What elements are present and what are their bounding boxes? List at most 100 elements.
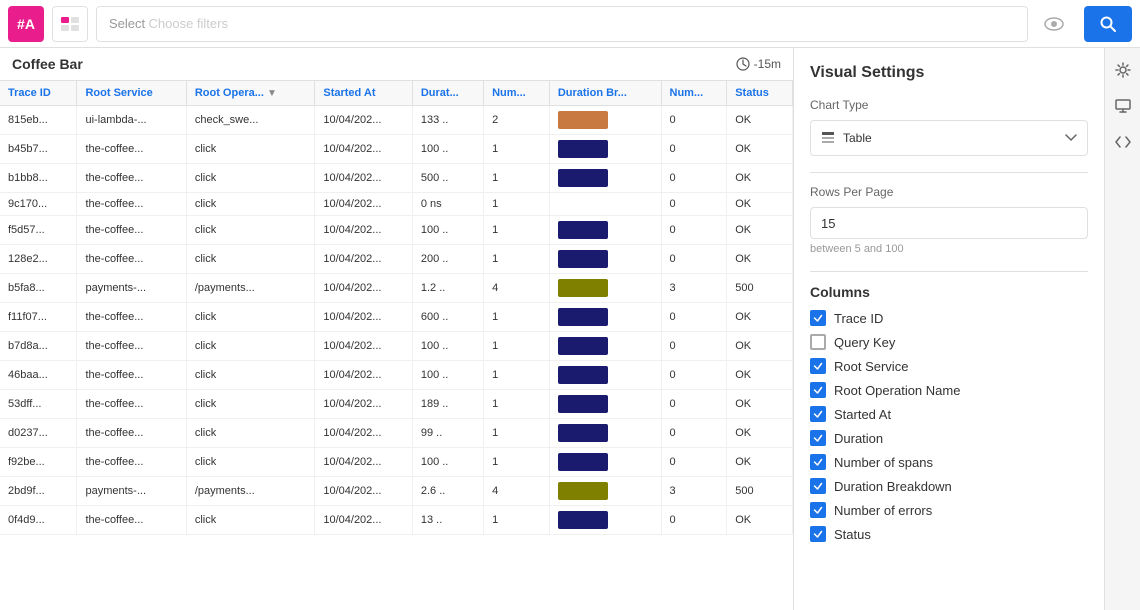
table-row[interactable]: 9c170... the-coffee... click 10/04/202..…	[0, 193, 793, 216]
col-header-num-spans[interactable]: Num...	[484, 81, 550, 106]
time-badge: -15m	[736, 57, 781, 71]
divider-1	[810, 172, 1088, 173]
column-item[interactable]: Number of errors	[810, 502, 1088, 518]
cell-num-errors: 0	[661, 164, 727, 193]
cell-num-spans: 1	[484, 245, 550, 274]
cell-trace-id: 815eb...	[0, 106, 77, 135]
table-row[interactable]: f11f07... the-coffee... click 10/04/202.…	[0, 303, 793, 332]
cell-duration: 100 ..	[412, 361, 483, 390]
column-item[interactable]: Duration	[810, 430, 1088, 446]
column-label: Duration	[834, 431, 883, 446]
col-header-started-at[interactable]: Started At	[315, 81, 412, 106]
col-header-trace-id[interactable]: Trace ID	[0, 81, 77, 106]
toggle-icon	[61, 17, 79, 31]
column-checkbox[interactable]	[810, 358, 826, 374]
column-item[interactable]: Duration Breakdown	[810, 478, 1088, 494]
rows-per-page-input[interactable]	[810, 207, 1088, 239]
table-row[interactable]: f92be... the-coffee... click 10/04/202..…	[0, 448, 793, 477]
duration-bar	[558, 250, 608, 268]
cell-started-at: 10/04/202...	[315, 303, 412, 332]
monitor-icon-button[interactable]	[1109, 92, 1137, 120]
cell-root-operation: /payments...	[186, 274, 315, 303]
table-row[interactable]: 46baa... the-coffee... click 10/04/202..…	[0, 361, 793, 390]
duration-bar	[558, 169, 608, 187]
check-icon	[813, 529, 823, 539]
chevron-down-icon	[1065, 134, 1077, 142]
cell-num-errors: 0	[661, 135, 727, 164]
col-header-root-operation[interactable]: Root Opera... ▼	[186, 81, 315, 106]
hash-button[interactable]: #A	[8, 6, 44, 42]
toggle-icon-button[interactable]	[52, 6, 88, 42]
cell-duration: 1.2 ..	[412, 274, 483, 303]
duration-bar	[558, 424, 608, 442]
column-checkbox[interactable]	[810, 502, 826, 518]
cell-root-service: payments-...	[77, 274, 186, 303]
filter-bar[interactable]: Select Choose filters	[96, 6, 1028, 42]
check-icon	[813, 409, 823, 419]
filter-select-label: Select	[109, 16, 145, 31]
column-checkbox[interactable]	[810, 454, 826, 470]
table-row[interactable]: 53dff... the-coffee... click 10/04/202..…	[0, 390, 793, 419]
table-row[interactable]: 815eb... ui-lambda-... check_swe... 10/0…	[0, 106, 793, 135]
search-button[interactable]	[1084, 6, 1132, 42]
cell-status: OK	[727, 448, 793, 477]
column-checkbox[interactable]	[810, 526, 826, 542]
cell-status: OK	[727, 332, 793, 361]
col-header-num-errors[interactable]: Num...	[661, 81, 727, 106]
table-row[interactable]: b5fa8... payments-... /payments... 10/04…	[0, 274, 793, 303]
cell-trace-id: b5fa8...	[0, 274, 77, 303]
column-item[interactable]: Status	[810, 526, 1088, 542]
column-checkbox[interactable]	[810, 430, 826, 446]
cell-num-errors: 0	[661, 390, 727, 419]
chart-type-select[interactable]: Table	[810, 120, 1088, 156]
cell-root-service: the-coffee...	[77, 135, 186, 164]
eye-icon[interactable]	[1036, 6, 1072, 42]
cell-duration: 133 ..	[412, 106, 483, 135]
column-item[interactable]: Number of spans	[810, 454, 1088, 470]
cell-trace-id: 53dff...	[0, 390, 77, 419]
columns-list: Trace ID Query Key Root Service Root Ope…	[810, 310, 1088, 542]
cell-status: OK	[727, 216, 793, 245]
column-checkbox[interactable]	[810, 406, 826, 422]
column-item[interactable]: Started At	[810, 406, 1088, 422]
col-header-root-service[interactable]: Root Service	[77, 81, 186, 106]
cell-duration-bar	[549, 332, 661, 361]
sort-icon: ▼	[267, 88, 277, 99]
table-row[interactable]: b45b7... the-coffee... click 10/04/202..…	[0, 135, 793, 164]
col-header-duration-br[interactable]: Duration Br...	[549, 81, 661, 106]
cell-started-at: 10/04/202...	[315, 448, 412, 477]
column-item[interactable]: Root Operation Name	[810, 382, 1088, 398]
cell-root-service: the-coffee...	[77, 245, 186, 274]
gear-icon-button[interactable]	[1109, 56, 1137, 84]
cell-duration: 100 ..	[412, 448, 483, 477]
col-header-duration[interactable]: Durat...	[412, 81, 483, 106]
time-badge-value: -15m	[754, 57, 781, 71]
column-checkbox[interactable]	[810, 478, 826, 494]
col-header-status[interactable]: Status	[727, 81, 793, 106]
table-row[interactable]: b7d8a... the-coffee... click 10/04/202..…	[0, 332, 793, 361]
column-item[interactable]: Query Key	[810, 334, 1088, 350]
duration-bar	[558, 308, 608, 326]
code-icon	[1115, 136, 1131, 148]
cell-duration: 13 ..	[412, 506, 483, 535]
column-item[interactable]: Root Service	[810, 358, 1088, 374]
cell-root-operation: click	[186, 390, 315, 419]
table-row[interactable]: 0f4d9... the-coffee... click 10/04/202..…	[0, 506, 793, 535]
column-checkbox[interactable]	[810, 310, 826, 326]
table-row[interactable]: 2bd9f... payments-... /payments... 10/04…	[0, 477, 793, 506]
cell-duration-bar	[549, 506, 661, 535]
rows-per-page-hint: between 5 and 100	[810, 243, 1088, 255]
code-icon-button[interactable]	[1109, 128, 1137, 156]
table-row[interactable]: d0237... the-coffee... click 10/04/202..…	[0, 419, 793, 448]
column-checkbox[interactable]	[810, 334, 826, 350]
table-row[interactable]: 128e2... the-coffee... click 10/04/202..…	[0, 245, 793, 274]
cell-duration: 2.6 ..	[412, 477, 483, 506]
cell-num-spans: 1	[484, 135, 550, 164]
table-row[interactable]: b1bb8... the-coffee... click 10/04/202..…	[0, 164, 793, 193]
column-item[interactable]: Trace ID	[810, 310, 1088, 326]
table-row[interactable]: f5d57... the-coffee... click 10/04/202..…	[0, 216, 793, 245]
table-chart-icon	[821, 131, 835, 145]
check-icon	[813, 385, 823, 395]
column-checkbox[interactable]	[810, 382, 826, 398]
column-label: Status	[834, 527, 871, 542]
